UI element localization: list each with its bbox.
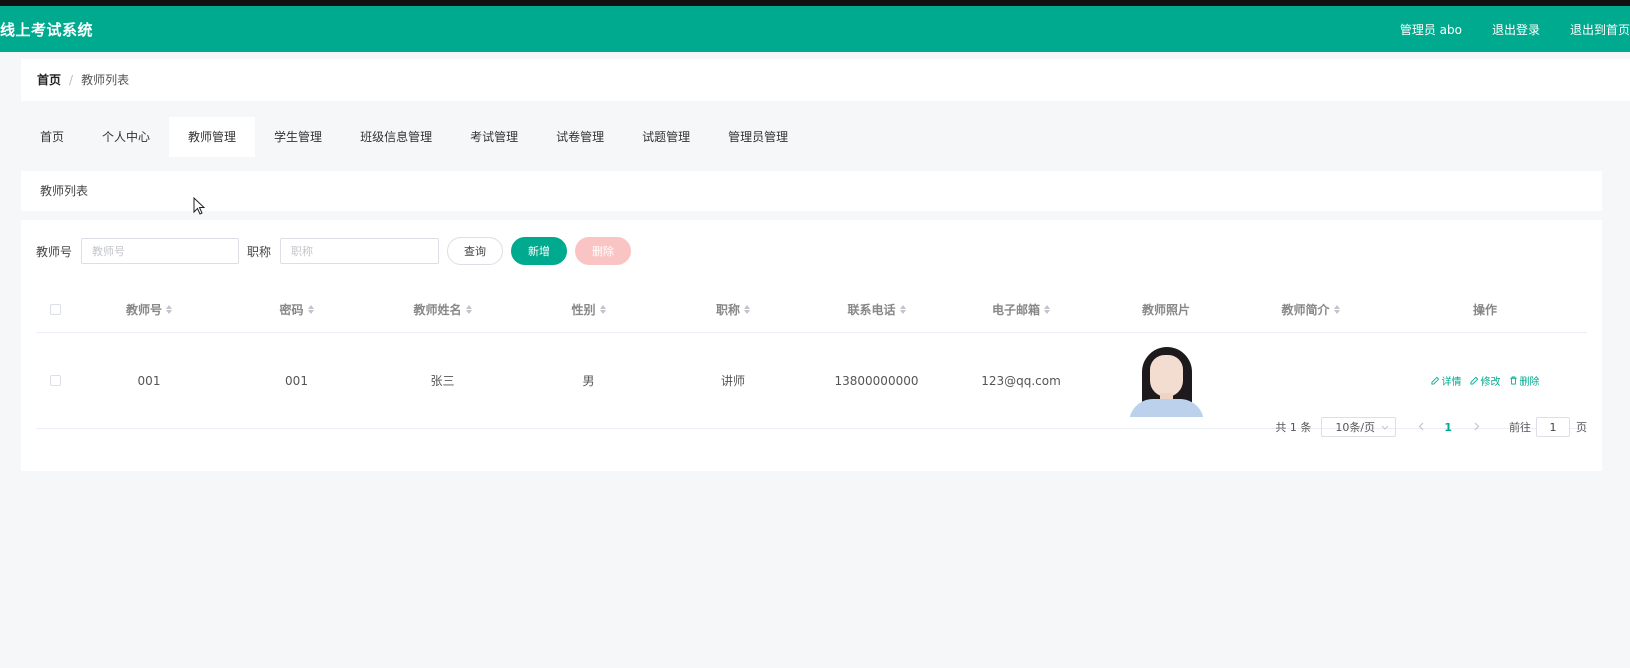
edit-icon — [1469, 376, 1478, 385]
col-title[interactable]: 职称 — [661, 301, 805, 318]
cell-password: 001 — [285, 373, 308, 388]
col-label: 操作 — [1472, 302, 1497, 317]
cell-gender: 男 — [582, 374, 595, 388]
prev-page-button[interactable] — [1418, 421, 1424, 434]
detail-button[interactable]: 详情 — [1430, 373, 1462, 388]
breadcrumb-home[interactable]: 首页 — [37, 73, 61, 87]
tab-student-management[interactable]: 学生管理 — [255, 117, 341, 157]
col-intro[interactable]: 教师简介 — [1238, 301, 1383, 318]
pagination: 共 1 条 10条/页 1 前往 页 — [1275, 417, 1587, 437]
col-email[interactable]: 电子邮箱 — [948, 301, 1094, 318]
sort-icon[interactable] — [599, 304, 606, 314]
delete-button[interactable]: 删除 — [1509, 373, 1540, 388]
col-label: 教师姓名 — [413, 302, 462, 317]
cell-title: 讲师 — [720, 374, 745, 388]
page-suffix: 页 — [1576, 421, 1587, 434]
page-size-value: 10条/页 — [1335, 421, 1376, 434]
col-label: 性别 — [571, 302, 596, 317]
row-actions: 详情 修改 删除 — [1430, 373, 1540, 388]
col-label: 密码 — [279, 302, 304, 317]
title-label: 职称 — [247, 244, 272, 259]
search-bar: 教师号 职称 查询 新增 删除 — [36, 237, 632, 265]
breadcrumb-separator: / — [69, 73, 74, 87]
col-actions: 操作 — [1383, 301, 1587, 318]
breadcrumb-current: 教师列表 — [81, 73, 130, 87]
back-to-home-link[interactable]: 退出到首页 — [1570, 21, 1630, 38]
section-title: 教师列表 — [21, 171, 1602, 211]
total-count: 共 1 条 — [1275, 421, 1312, 434]
edit-button[interactable]: 修改 — [1469, 373, 1501, 388]
chevron-down-icon — [1381, 425, 1389, 430]
sort-icon[interactable] — [166, 304, 172, 314]
chevron-right-icon — [1474, 422, 1480, 430]
table-header-row: 教师号 密码 教师姓名 性别 职称 联系电话 电子邮箱 教师照片 教师简介 操作 — [36, 286, 1587, 333]
col-label: 教师照片 — [1141, 302, 1190, 317]
col-teacher-name[interactable]: 教师姓名 — [369, 301, 516, 318]
goto-page-input[interactable] — [1536, 417, 1570, 437]
col-label: 电子邮箱 — [991, 302, 1040, 317]
cell-teacher-name: 张三 — [430, 374, 455, 388]
sort-icon[interactable] — [465, 304, 472, 314]
page-number-current[interactable]: 1 — [1444, 421, 1452, 434]
col-label: 教师简介 — [1281, 302, 1330, 317]
tab-admin-management[interactable]: 管理员管理 — [709, 117, 807, 157]
app-header: 线上考试系统 管理员 abo 退出登录 退出到首页 — [0, 6, 1630, 52]
cell-photo — [1094, 344, 1238, 417]
page-size-select[interactable]: 10条/页 — [1321, 417, 1397, 437]
sort-icon[interactable] — [899, 304, 906, 314]
col-label: 教师号 — [125, 302, 162, 317]
app-title: 线上考试系统 — [0, 21, 94, 39]
edit-icon — [1430, 376, 1439, 385]
delete-label: 删除 — [1519, 377, 1540, 388]
add-button[interactable]: 新增 — [511, 237, 568, 265]
teacher-no-label: 教师号 — [36, 244, 73, 259]
col-gender[interactable]: 性别 — [516, 301, 661, 318]
cell-teacher-no: 001 — [137, 373, 161, 388]
sort-icon[interactable] — [307, 304, 314, 314]
detail-label: 详情 — [1441, 377, 1462, 388]
select-all-cell — [36, 303, 74, 315]
query-button[interactable]: 查询 — [447, 237, 504, 265]
tab-personal-center[interactable]: 个人中心 — [83, 117, 169, 157]
teacher-no-input[interactable] — [81, 238, 240, 264]
batch-delete-button[interactable]: 删除 — [575, 237, 632, 265]
teacher-table: 教师号 密码 教师姓名 性别 职称 联系电话 电子邮箱 教师照片 教师简介 操作… — [36, 286, 1587, 429]
tab-home[interactable]: 首页 — [21, 117, 83, 157]
row-checkbox[interactable] — [49, 375, 61, 386]
nav-tabs: 首页 个人中心 教师管理 学生管理 班级信息管理 考试管理 试卷管理 试题管理 … — [21, 117, 807, 157]
sort-icon[interactable] — [1333, 304, 1340, 314]
col-phone[interactable]: 联系电话 — [805, 301, 948, 318]
chevron-left-icon — [1418, 422, 1424, 430]
sort-icon[interactable] — [744, 304, 750, 314]
row-select-cell — [36, 375, 74, 386]
col-photo: 教师照片 — [1094, 301, 1238, 318]
header-actions: 管理员 abo 退出登录 退出到首页 — [1370, 21, 1630, 38]
col-label: 职称 — [715, 302, 740, 317]
cell-actions: 详情 修改 删除 — [1383, 373, 1587, 388]
select-all-checkbox[interactable] — [49, 303, 61, 315]
title-input[interactable] — [280, 238, 440, 264]
tab-paper-management[interactable]: 试卷管理 — [537, 117, 623, 157]
goto-label: 前往 — [1509, 421, 1531, 434]
col-teacher-no[interactable]: 教师号 — [74, 301, 224, 318]
edit-label: 修改 — [1480, 377, 1501, 388]
cell-email: 123@qq.com — [981, 373, 1061, 388]
logout-link[interactable]: 退出登录 — [1492, 21, 1540, 38]
tab-question-management[interactable]: 试题管理 — [623, 117, 709, 157]
sort-icon[interactable] — [1044, 304, 1050, 314]
tab-class-info-management[interactable]: 班级信息管理 — [341, 117, 451, 157]
current-user: 管理员 abo — [1399, 23, 1462, 37]
teacher-list-panel: 教师号 职称 查询 新增 删除 教师号 密码 教师姓名 性别 职称 联系电话 电… — [21, 220, 1602, 471]
table-row: 001 001 张三 男 讲师 13800000000 123@qq.com 详… — [36, 333, 1587, 429]
col-password[interactable]: 密码 — [224, 301, 369, 318]
tab-teacher-management[interactable]: 教师管理 — [169, 117, 256, 157]
cell-phone: 13800000000 — [834, 373, 919, 388]
breadcrumb: 首页 / 教师列表 — [21, 59, 1630, 101]
mouse-cursor-icon — [193, 196, 206, 219]
col-label: 联系电话 — [847, 302, 896, 317]
teacher-photo — [1128, 344, 1204, 417]
trash-icon — [1509, 376, 1517, 385]
next-page-button[interactable] — [1474, 421, 1480, 434]
tab-exam-management[interactable]: 考试管理 — [451, 117, 537, 157]
